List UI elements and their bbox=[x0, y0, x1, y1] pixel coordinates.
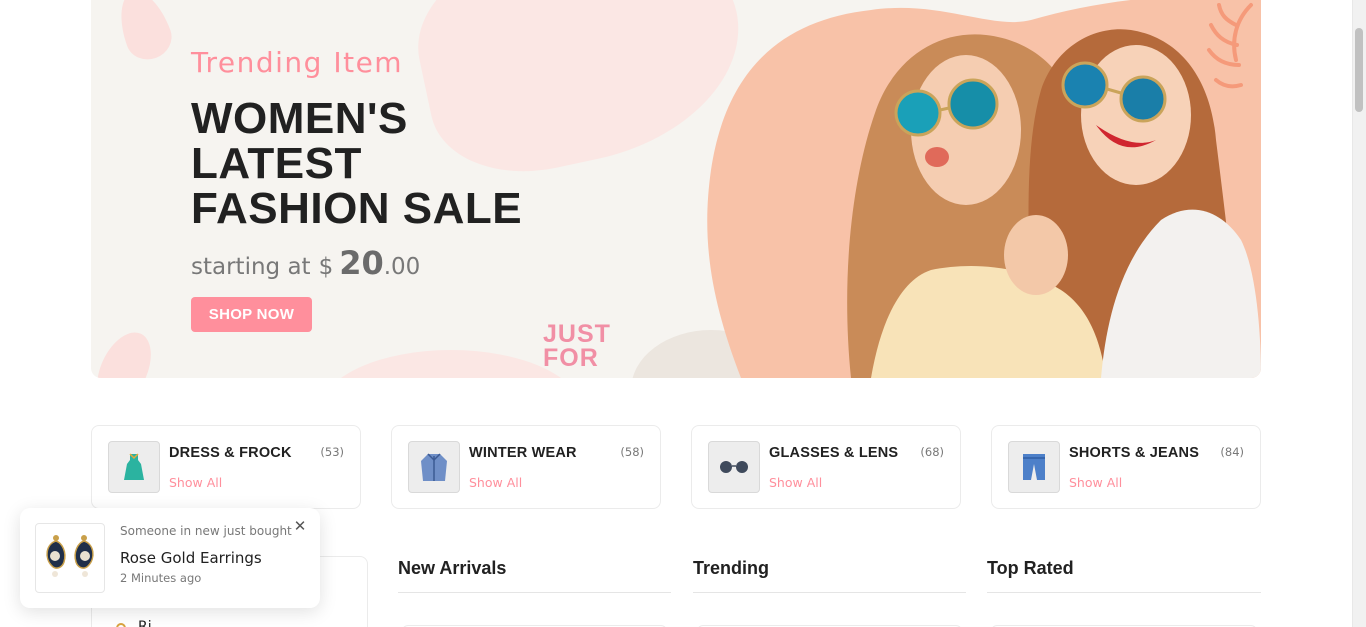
price-amount: 20 bbox=[339, 244, 384, 282]
shop-now-button[interactable]: SHOP NOW bbox=[191, 297, 312, 332]
dress-icon bbox=[108, 441, 160, 493]
show-all-link[interactable]: Show All bbox=[469, 475, 522, 490]
show-all-link[interactable]: Show All bbox=[169, 475, 222, 490]
toast-time: 2 Minutes ago bbox=[120, 571, 202, 585]
section-heading-trending: Trending bbox=[693, 558, 966, 593]
hero-image bbox=[707, 0, 1261, 378]
price-cents: .00 bbox=[383, 254, 421, 280]
section-title: New Arrivals bbox=[398, 558, 507, 578]
toast-product-name[interactable]: Rose Gold Earrings bbox=[120, 549, 262, 567]
category-count: (58) bbox=[620, 445, 644, 459]
price-currency: $ bbox=[318, 254, 334, 280]
banner-subtitle: Trending Item bbox=[191, 46, 404, 79]
leaf-decor-icon bbox=[110, 0, 178, 66]
sidebar-item-label: Ri... bbox=[138, 619, 165, 627]
category-title: DRESS & FROCK bbox=[169, 445, 292, 461]
decor-blob bbox=[321, 350, 581, 378]
close-icon[interactable]: ✕ bbox=[292, 518, 308, 534]
category-card-dress[interactable]: DRESS & FROCK (53) Show All bbox=[91, 425, 361, 509]
leaf-decor-icon bbox=[1207, 3, 1253, 89]
category-card-shorts[interactable]: SHORTS & JEANS (84) Show All bbox=[991, 425, 1261, 509]
just-for-decor-text: JUST FOR bbox=[543, 320, 611, 372]
purchase-notification-toast: Someone in new just bought Rose Gold Ear… bbox=[20, 508, 320, 608]
banner-title: WOMEN'S LATEST FASHION SALE bbox=[191, 94, 523, 233]
jacket-icon bbox=[408, 441, 460, 493]
category-card-winter-wear[interactable]: WINTER WEAR (58) Show All bbox=[391, 425, 661, 509]
category-count: (68) bbox=[920, 445, 944, 459]
scrollbar-thumb[interactable] bbox=[1355, 28, 1363, 112]
decor-text-line: FOR bbox=[543, 344, 599, 372]
toast-message: Someone in new just bought bbox=[120, 524, 292, 538]
category-title: GLASSES & LENS bbox=[769, 445, 899, 461]
sidebar-item[interactable]: Ri... bbox=[114, 619, 165, 627]
hero-banner: Trending Item WOMEN'S LATEST FASHION SAL… bbox=[91, 0, 1261, 378]
sunglasses-icon bbox=[708, 441, 760, 493]
banner-price: starting at $ 20 .00 bbox=[191, 244, 420, 282]
ring-icon bbox=[116, 623, 126, 627]
show-all-link[interactable]: Show All bbox=[769, 475, 822, 490]
section-heading-new-arrivals: New Arrivals bbox=[398, 558, 671, 593]
price-prefix: starting at bbox=[191, 254, 311, 280]
category-card-glasses[interactable]: GLASSES & LENS (68) Show All bbox=[691, 425, 961, 509]
section-title: Top Rated bbox=[987, 558, 1074, 578]
category-title: WINTER WEAR bbox=[469, 445, 577, 461]
leaf-decor-icon bbox=[91, 324, 162, 378]
category-count: (53) bbox=[320, 445, 344, 459]
decor-text-line: JUST bbox=[543, 320, 611, 348]
earrings-icon bbox=[35, 523, 105, 593]
category-title: SHORTS & JEANS bbox=[1069, 445, 1200, 461]
section-title: Trending bbox=[693, 558, 769, 578]
category-count: (84) bbox=[1220, 445, 1244, 459]
section-heading-top-rated: Top Rated bbox=[987, 558, 1261, 593]
vertical-scrollbar[interactable] bbox=[1352, 0, 1366, 627]
jeans-icon bbox=[1008, 441, 1060, 493]
show-all-link[interactable]: Show All bbox=[1069, 475, 1122, 490]
